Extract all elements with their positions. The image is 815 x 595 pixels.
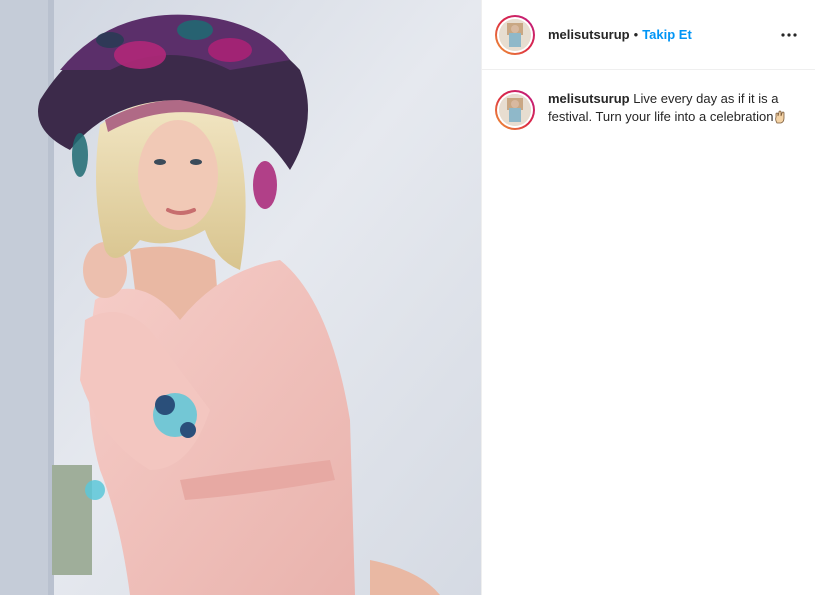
caption-username[interactable]: melisutsurup [548,91,630,106]
caption-avatar[interactable] [495,90,535,130]
post-sidebar: melisutsurup • Takip Et melisutsurup Liv… [481,0,815,595]
follow-button[interactable]: Takip Et [642,27,692,42]
instagram-post: melisutsurup • Takip Et melisutsurup Liv… [0,0,815,595]
header-username[interactable]: melisutsurup [548,27,630,42]
caption-avatar-image [499,94,531,126]
ok-hand-icon [774,110,786,129]
caption-comment: melisutsurup Live every day as if it is … [482,70,815,130]
caption-text-block: melisutsurup Live every day as if it is … [548,90,798,130]
avatar-image [499,18,531,51]
post-header: melisutsurup • Takip Et [482,0,815,70]
separator-dot: • [633,27,639,42]
avatar[interactable] [495,14,535,55]
more-options-icon[interactable] [777,23,801,47]
post-photo[interactable] [0,0,481,595]
